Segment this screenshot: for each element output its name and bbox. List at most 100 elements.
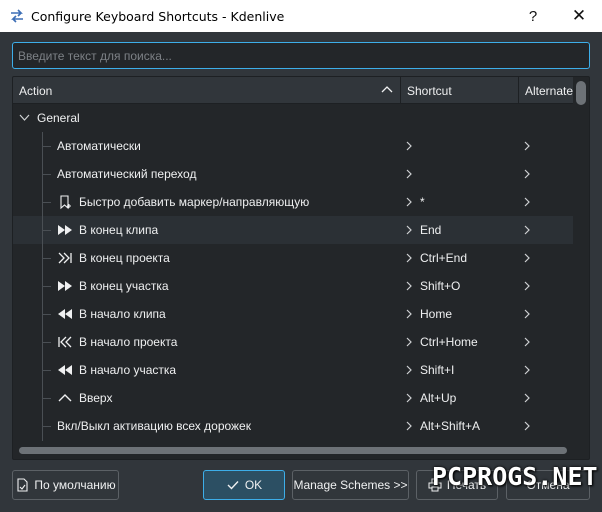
chevron-right-icon[interactable] (522, 421, 532, 431)
chevron-right-icon[interactable] (404, 141, 414, 151)
chevron-right-icon[interactable] (522, 365, 532, 375)
shortcut-value[interactable]: * (420, 188, 425, 216)
title-bar: Configure Keyboard Shortcuts - Kdenlive … (0, 0, 602, 32)
action-label: В конец клипа (79, 223, 159, 237)
shortcut-value[interactable]: Ctrl+Home (420, 328, 478, 356)
shortcut-row[interactable]: В начало проекта Ctrl+Home (13, 328, 573, 356)
chevron-right-icon[interactable] (522, 253, 532, 263)
shortcut-row[interactable]: В конец проекта Ctrl+End (13, 244, 573, 272)
rewind-icon (58, 309, 72, 319)
shortcut-value[interactable]: End (420, 216, 441, 244)
action-label: Вверх (79, 391, 113, 405)
tree-branch-line (42, 370, 51, 371)
group-row-general[interactable]: General (13, 104, 573, 132)
manage-schemes-label: Manage Schemes >> (293, 478, 408, 492)
tree-branch-line (42, 342, 51, 343)
fast-forward-icon (58, 281, 72, 291)
shortcut-value[interactable]: Home (420, 300, 452, 328)
shortcuts-tree[interactable]: Action Shortcut Alternate General Автома… (12, 76, 590, 460)
action-label: В конец участка (79, 279, 169, 293)
action-label: Автоматически (57, 139, 141, 153)
vertical-scrollbar[interactable] (573, 77, 589, 459)
chevron-right-icon[interactable] (404, 337, 414, 347)
chevron-right-icon[interactable] (522, 197, 532, 207)
window-title: Configure Keyboard Shortcuts - Kdenlive (31, 8, 285, 24)
shortcut-row[interactable]: Быстро добавить маркер/направляющую * (13, 188, 573, 216)
sort-ascending-icon[interactable] (381, 84, 393, 96)
chevron-right-icon[interactable] (404, 365, 414, 375)
action-label: В начало клипа (79, 307, 166, 321)
bookmark-icon (60, 195, 71, 210)
watermark-logo: PCPROGS.NET (432, 462, 598, 491)
tree-branch-line (42, 202, 51, 203)
tree-branch-line (42, 426, 51, 427)
shortcut-row[interactable]: Автоматический переход (13, 160, 573, 188)
ok-button-label: OK (244, 478, 263, 492)
help-icon: ? (528, 7, 538, 25)
tree-branch-line (42, 398, 51, 399)
column-header-alternate[interactable]: Alternate (519, 77, 579, 104)
shortcut-row[interactable]: В начало участка Shift+I (13, 356, 573, 384)
search-field[interactable] (12, 42, 590, 69)
chevron-right-icon[interactable] (522, 309, 532, 319)
tree-branch-line (42, 314, 51, 315)
help-button[interactable]: ? (510, 0, 556, 32)
document-restore-icon (17, 478, 28, 492)
shortcut-row[interactable]: В конец клипа End (13, 216, 573, 244)
group-label: General (37, 111, 80, 125)
action-label: В начало проекта (79, 335, 178, 349)
ok-button[interactable]: OK (203, 470, 285, 500)
shortcut-row[interactable]: В начало клипа Home (13, 300, 573, 328)
defaults-button-label: По умолчанию (34, 478, 116, 492)
shortcut-row[interactable]: Автоматически (13, 132, 573, 160)
chevron-right-icon[interactable] (404, 253, 414, 263)
fast-forward-icon (58, 225, 72, 235)
chevron-right-icon[interactable] (404, 393, 414, 403)
column-header-shortcut[interactable]: Shortcut (401, 77, 519, 104)
horizontal-scroll-thumb[interactable] (19, 447, 567, 454)
shortcut-value[interactable]: Ctrl+End (420, 244, 467, 272)
expander-open-icon[interactable] (19, 112, 30, 123)
shortcuts-arrows-icon (11, 9, 23, 23)
shortcut-value[interactable]: Shift+O (420, 272, 460, 300)
chevron-right-icon[interactable] (522, 337, 532, 347)
search-input[interactable] (18, 48, 589, 63)
close-icon: ✕ (571, 6, 587, 25)
tree-header: Action Shortcut Alternate (13, 77, 573, 104)
shortcut-row[interactable]: Вверх Alt+Up (13, 384, 573, 412)
action-label: Автоматический переход (57, 167, 197, 181)
action-label: В конец проекта (79, 251, 170, 265)
chevron-up-icon (58, 394, 72, 402)
chevron-right-icon[interactable] (522, 225, 532, 235)
close-button[interactable]: ✕ (556, 0, 602, 32)
shortcut-row[interactable]: В конец участка Shift+O (13, 272, 573, 300)
action-label: Быстро добавить маркер/направляющую (79, 195, 310, 209)
tree-branch-line (42, 258, 51, 259)
skip-to-start-icon (58, 336, 72, 348)
chevron-right-icon[interactable] (404, 421, 414, 431)
checkmark-icon (227, 481, 239, 490)
chevron-right-icon[interactable] (522, 169, 532, 179)
chevron-right-icon[interactable] (522, 393, 532, 403)
vertical-scroll-thumb[interactable] (576, 81, 586, 105)
chevron-right-icon[interactable] (522, 281, 532, 291)
shortcut-value[interactable]: Shift+I (420, 356, 454, 384)
rewind-icon (58, 365, 72, 375)
tree-branch-line (42, 286, 51, 287)
tree-branch-line (42, 146, 51, 147)
horizontal-scrollbar[interactable] (13, 441, 573, 459)
manage-schemes-button[interactable]: Manage Schemes >> (292, 470, 409, 500)
action-label: В начало участка (79, 363, 177, 377)
tree-branch-line (42, 230, 51, 231)
chevron-right-icon[interactable] (404, 169, 414, 179)
shortcut-value[interactable]: Alt+Up (420, 384, 456, 412)
chevron-right-icon[interactable] (404, 225, 414, 235)
column-header-action[interactable]: Action (13, 77, 401, 104)
chevron-right-icon[interactable] (404, 281, 414, 291)
defaults-button[interactable]: По умолчанию (12, 470, 119, 500)
tree-branch-line (42, 174, 51, 175)
chevron-right-icon[interactable] (404, 197, 414, 207)
chevron-right-icon[interactable] (522, 141, 532, 151)
chevron-right-icon[interactable] (404, 309, 414, 319)
skip-to-end-icon (58, 252, 72, 264)
